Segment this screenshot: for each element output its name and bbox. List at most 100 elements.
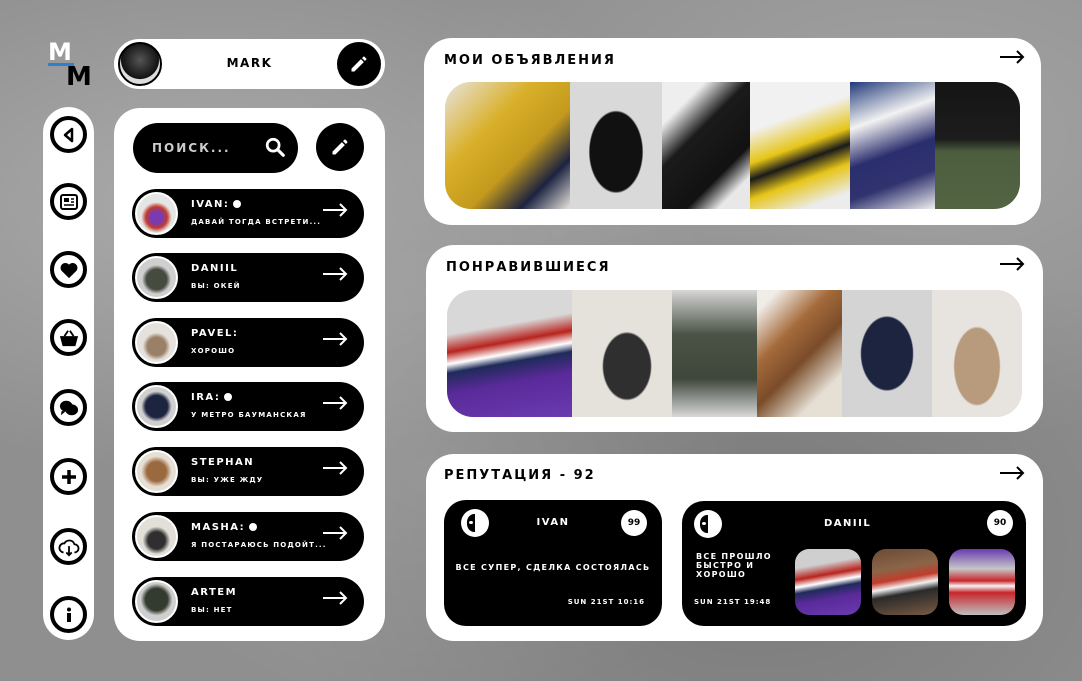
chat-last-message: ХОРОШО [191, 347, 236, 355]
chat-contact-name-text: STEPHAN [191, 457, 255, 468]
pencil-icon [332, 139, 348, 155]
arrow-right-icon[interactable] [999, 466, 1025, 480]
review-score-badge: 90 [987, 510, 1013, 536]
chat-item[interactable]: DANIIL ВЫ: ОКЕЙ [132, 253, 364, 302]
heart-icon [60, 262, 77, 278]
chat-contact-name-text: ARTEM [191, 587, 238, 598]
plus-icon [61, 469, 76, 484]
review-text: ВСЕ СУПЕР, СДЕЛКА СОСТОЯЛАСЬ [455, 563, 651, 572]
info-button[interactable] [50, 596, 87, 633]
back-triangle-icon [63, 127, 73, 142]
arrow-right-icon [323, 203, 348, 217]
cart-button[interactable] [50, 319, 87, 356]
pencil-icon [351, 56, 367, 72]
search-placeholder: ПОИСК... [152, 141, 231, 155]
info-icon [66, 607, 71, 622]
listings-title: МОИ ОБЪЯВЛЕНИЯ [444, 53, 616, 68]
listing-item[interactable] [662, 82, 750, 209]
reputation-section: РЕПУТАЦИЯ - 92 IVAN 99 ВСЕ СУПЕР, СДЕЛКА… [426, 454, 1043, 641]
chat-avatar [135, 580, 178, 623]
arrow-right-icon [323, 461, 348, 475]
arrow-right-icon[interactable] [999, 50, 1025, 64]
chat-item[interactable]: PAVEL: ХОРОШО [132, 318, 364, 367]
chat-avatar [135, 450, 178, 493]
app-logo: M M [46, 38, 96, 92]
chat-avatar [135, 192, 178, 235]
chat-contact-name: MASHA: [191, 522, 258, 533]
search-icon [265, 137, 285, 157]
review-card[interactable]: DANIIL 90 ВСЕ ПРОШЛО БЫСТРО И ХОРОШО SUN… [682, 501, 1026, 626]
newspaper-icon [59, 193, 78, 210]
side-nav [43, 107, 94, 640]
chat-last-message: ВЫ: УЖЕ ЖДУ [191, 476, 264, 484]
chat-contact-name: IVAN: [191, 199, 242, 210]
liked-item[interactable] [447, 290, 572, 417]
chat-contact-name: IRA: [191, 392, 233, 403]
listing-item[interactable] [570, 82, 662, 209]
review-score-badge: 99 [621, 510, 647, 536]
download-button[interactable] [50, 528, 87, 565]
chat-last-message: ВЫ: НЕТ [191, 606, 233, 614]
review-photo[interactable] [795, 549, 861, 615]
listings-gallery[interactable] [445, 82, 1020, 209]
chat-avatar [135, 256, 178, 299]
listings-section: МОИ ОБЪЯВЛЕНИЯ [424, 38, 1041, 225]
chat-contact-name-text: IVAN: [191, 199, 230, 210]
arrow-right-icon [323, 396, 348, 410]
chat-item[interactable]: IVAN: ДАВАЙ ТОГДА ВСТРЕТИ... [132, 189, 364, 238]
reviewer-avatar [694, 510, 722, 538]
review-photo[interactable] [949, 549, 1015, 615]
liked-title: ПОНРАВИВШИЕСЯ [446, 260, 611, 275]
messages-button[interactable] [50, 389, 87, 426]
chat-contact-name: ARTEM [191, 587, 237, 598]
chat-contact-name: DANIIL [191, 263, 238, 274]
online-indicator [233, 200, 242, 208]
liked-item[interactable] [672, 290, 757, 417]
chat-item[interactable]: ARTEM ВЫ: НЕТ [132, 577, 364, 626]
liked-item[interactable] [757, 290, 842, 417]
liked-section: ПОНРАВИВШИЕСЯ [426, 245, 1043, 432]
news-button[interactable] [50, 183, 87, 220]
chat-panel: ПОИСК... [114, 108, 385, 641]
listing-item[interactable] [935, 82, 1020, 209]
review-date: SUN 21ST 19:48 [694, 598, 772, 606]
chat-bubbles-icon [59, 400, 78, 415]
chat-item[interactable]: MASHA: Я ПОСТАРАЮСЬ ПОДОЙТ... [132, 512, 364, 561]
reviewer-name: DANIIL [824, 518, 872, 529]
compose-button[interactable] [316, 123, 364, 171]
chat-last-message: ДАВАЙ ТОГДА ВСТРЕТИ... [191, 218, 322, 226]
liked-item[interactable] [572, 290, 672, 417]
listing-item[interactable] [850, 82, 935, 209]
review-card[interactable]: IVAN 99 ВСЕ СУПЕР, СДЕЛКА СОСТОЯЛАСЬ SUN… [444, 500, 662, 626]
review-date: SUN 21ST 10:16 [567, 598, 645, 606]
profile-bar: MARK [114, 39, 385, 89]
add-listing-button[interactable] [50, 458, 87, 495]
chat-last-message: Я ПОСТАРАЮСЬ ПОДОЙТ... [191, 541, 327, 549]
arrow-right-icon [323, 267, 348, 281]
search-input[interactable]: ПОИСК... [133, 123, 298, 173]
chat-contact-name-text: DANIIL [191, 263, 239, 274]
chat-avatar [135, 515, 178, 558]
chat-contact-name: STEPHAN [191, 457, 254, 468]
chat-contact-name-text: IRA: [191, 392, 221, 403]
arrow-right-icon [323, 591, 348, 605]
chat-avatar [135, 385, 178, 428]
liked-gallery[interactable] [447, 290, 1022, 417]
listing-item[interactable] [750, 82, 850, 209]
review-text: ВСЕ ПРОШЛО БЫСТРО И ХОРОШО [696, 552, 772, 579]
listing-item[interactable] [445, 82, 570, 209]
back-button[interactable] [50, 116, 87, 153]
edit-profile-button[interactable] [337, 42, 381, 86]
review-photo[interactable] [872, 549, 938, 615]
chat-last-message: ВЫ: ОКЕЙ [191, 282, 241, 290]
chat-contact-name: PAVEL: [191, 328, 238, 339]
chat-item[interactable]: STEPHAN ВЫ: УЖЕ ЖДУ [132, 447, 364, 496]
liked-item[interactable] [842, 290, 932, 417]
arrow-right-icon[interactable] [999, 257, 1025, 271]
basket-icon [59, 329, 78, 346]
liked-item[interactable] [932, 290, 1022, 417]
favorites-button[interactable] [50, 251, 87, 288]
chat-avatar [135, 321, 178, 364]
online-indicator [249, 523, 258, 531]
chat-item[interactable]: IRA: У МЕТРО БАУМАНСКАЯ [132, 382, 364, 431]
